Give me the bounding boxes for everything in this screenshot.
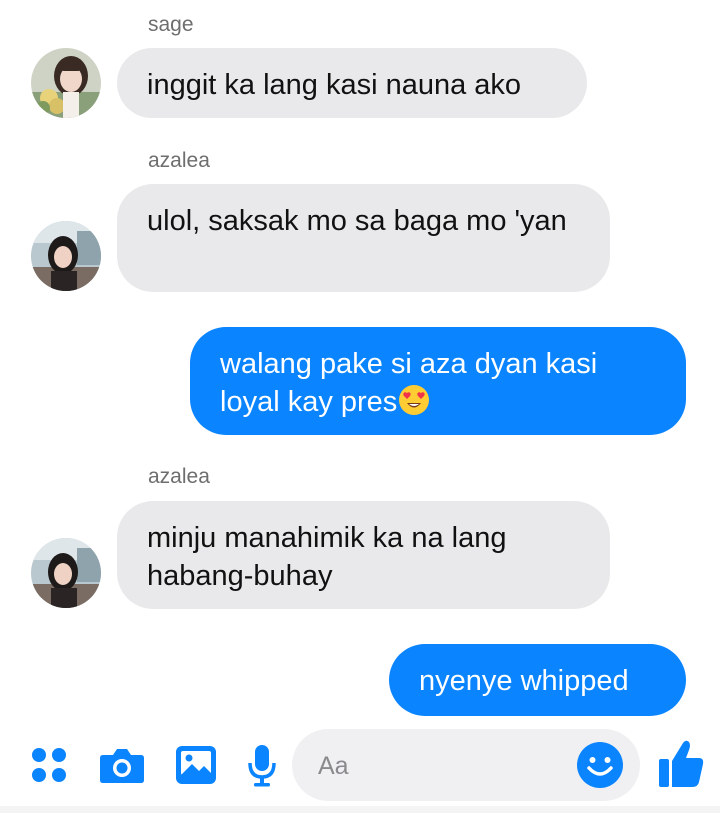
thumbs-up-icon[interactable] [655,737,707,791]
message-bubble-incoming[interactable]: inggit ka lang kasi nauna ako [117,48,587,118]
heart-eyes-emoji-icon [398,384,430,416]
camera-icon[interactable] [97,740,147,790]
message-bubble-outgoing[interactable]: walang pake si aza dyan kasi loyal kay p… [190,327,686,435]
message-bubble-incoming[interactable]: minju manahimik ka na lang habang-buhay [117,501,610,609]
avatar[interactable] [31,538,101,608]
message-text: minju manahimik ka na lang habang-buhay [147,522,507,592]
message-input-container [292,729,640,801]
gallery-icon[interactable] [171,740,221,790]
message-text: inggit ka lang kasi nauna ako [147,69,522,101]
message-bubble-outgoing[interactable]: nyenye whipped [389,644,686,716]
bottom-divider [0,806,720,813]
avatar-photo-sage [31,48,101,118]
sender-name: azalea [148,465,210,488]
message-bubble-incoming[interactable]: ulol, saksak mo sa baga mo 'yan [117,184,610,292]
sender-name: azalea [148,149,210,172]
microphone-icon[interactable] [237,740,287,790]
message-composer [0,725,720,813]
avatar[interactable] [31,48,101,118]
avatar-photo-azalea [31,538,101,608]
avatar-photo-azalea [31,221,101,291]
message-text: ulol, saksak mo sa baga mo 'yan [147,205,567,237]
emoji-icon[interactable] [576,741,624,789]
message-input[interactable] [316,747,570,785]
message-text: nyenye whipped [419,665,629,697]
sender-name: sage [148,13,194,36]
apps-icon[interactable] [24,740,74,790]
avatar[interactable] [31,221,101,291]
